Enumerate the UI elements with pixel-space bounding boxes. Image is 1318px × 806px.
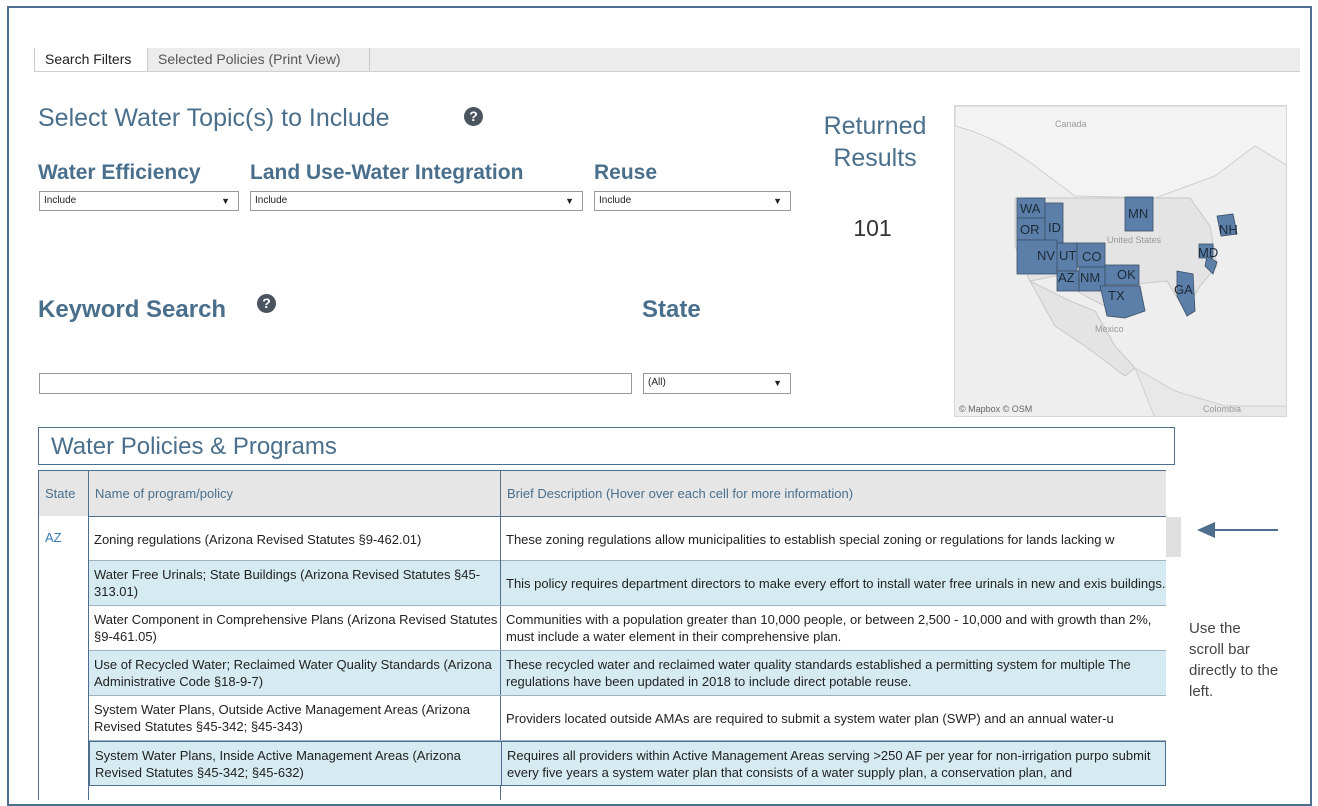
map-state-label: NM [1080,270,1100,285]
policy-desc-text: Communities with a population greater th… [506,612,1152,644]
policies-table: State Name of program/policy Brief Descr… [38,470,1166,800]
state-dropdown[interactable]: (All) ▼ [643,373,791,394]
policy-desc[interactable]: Requires all providers within Active Man… [502,742,1166,786]
map-state-label: WA [1020,201,1041,216]
table-row[interactable]: Water Component in Comprehensive Plans (… [89,606,1166,651]
policy-desc-text: These zoning regulations allow municipal… [506,531,1115,547]
policy-name: System Water Plans, Outside Active Manag… [89,696,501,740]
dropdown-arrow-icon: ▼ [565,196,574,206]
map-state-label: ID [1048,220,1061,235]
map-state-label: AZ [1058,270,1075,285]
keyword-search-label: Keyword Search [38,296,227,323]
land-use-dropdown[interactable]: Include ▼ [250,191,583,211]
land-use-label: Land Use-Water Integration [250,161,524,184]
topic-section-title: Select Water Topic(s) to Include [38,104,390,132]
returned-results-label: Returned Results [810,110,940,174]
table-title: Water Policies & Programs [51,433,337,460]
policy-desc[interactable]: This policy requires department director… [501,561,1166,605]
policy-name: Use of Recycled Water; Reclaimed Water Q… [89,651,501,695]
map-country-label: Colombia [1203,404,1241,414]
map-state-label: OR [1020,222,1040,237]
arrow-left-line [1200,529,1278,531]
map-state-label: CO [1082,249,1102,264]
map-state-label: MD [1198,245,1218,260]
dropdown-arrow-icon: ▼ [773,378,782,388]
map-canvas: WA OR ID NV UT CO AZ NM OK TX MN GA NH M… [955,106,1286,416]
help-question-icon[interactable]: ? [257,294,276,313]
header-name: Name of program/policy [89,470,501,516]
policy-desc[interactable]: Communities with a population greater th… [501,606,1166,650]
header-desc: Brief Description (Hover over each cell … [501,470,1166,516]
water-efficiency-dropdown[interactable]: Include ▼ [39,191,239,211]
scroll-note: Use the scroll bar directly to the left. [1189,620,1279,700]
map-state-label: MN [1128,206,1148,221]
state-column: AZ [38,516,89,800]
map-country-label: Canada [1055,119,1087,129]
policy-desc-text: These recycled water and reclaimed water… [506,657,1131,689]
map-state-label: NH [1219,222,1238,237]
state-label: State [642,296,701,323]
map-country-label: Mexico [1095,324,1124,334]
dropdown-arrow-icon: ▼ [773,196,782,206]
help-question-icon[interactable]: ? [464,107,483,126]
table-row[interactable]: Water Free Urinals; State Buildings (Ari… [89,561,1166,606]
state-value: (All) [648,377,666,388]
map-state-label: TX [1108,288,1125,303]
table-row[interactable]: Use of Recycled Water; Reclaimed Water Q… [89,651,1166,696]
reuse-value: Include [599,195,632,206]
map-state-label: GA [1174,282,1193,297]
dropdown-arrow-icon: ▼ [221,196,230,206]
keyword-search-input[interactable] [39,373,632,394]
policy-desc-text: This policy requires department director… [506,575,1166,591]
policy-name: System Water Plans, Inside Active Manage… [90,742,502,786]
state-map[interactable]: WA OR ID NV UT CO AZ NM OK TX MN GA NH M… [954,105,1287,417]
tab-search-filters[interactable]: Search Filters [34,48,148,71]
policy-desc[interactable]: These recycled water and reclaimed water… [501,651,1166,695]
policy-name [89,786,501,800]
header-state: State [38,470,89,516]
table-row[interactable]: System Water Plans, Outside Active Manag… [89,696,1166,741]
policy-name: Zoning regulations (Arizona Revised Stat… [89,517,501,561]
state-cell[interactable]: AZ [45,530,62,545]
map-state-label: NV [1037,248,1055,263]
tab-bar: Search Filters Selected Policies (Print … [34,48,1300,72]
results-count: 101 [853,215,892,241]
returned-label-line1: Returned [823,112,927,140]
policy-desc-text: Providers located outside AMAs are requi… [506,710,1114,726]
returned-label-line2: Results [833,144,917,172]
table-row[interactable] [89,786,1166,800]
water-efficiency-label: Water Efficiency [38,161,201,184]
reuse-label: Reuse [594,161,658,184]
policy-desc[interactable]: These zoning regulations allow municipal… [501,517,1166,561]
map-attribution: © Mapbox © OSM [959,404,1032,414]
policy-desc-text: Requires all providers within Active Man… [507,748,1151,780]
tab-selected-policies[interactable]: Selected Policies (Print View) [148,48,370,71]
reuse-dropdown[interactable]: Include ▼ [594,191,791,211]
table-row[interactable]: Zoning regulations (Arizona Revised Stat… [89,516,1166,561]
land-use-value: Include [255,195,288,206]
table-row[interactable]: System Water Plans, Inside Active Manage… [89,741,1166,786]
map-state-label: UT [1059,248,1076,263]
table-scrollbar[interactable] [1166,517,1181,557]
policy-name: Water Component in Comprehensive Plans (… [89,606,501,650]
policy-desc[interactable]: Providers located outside AMAs are requi… [501,696,1166,740]
map-country-label: United States [1107,235,1162,245]
table-title-box: Water Policies & Programs [38,427,1175,465]
map-state-label: OK [1117,267,1136,282]
water-efficiency-value: Include [44,195,77,206]
policy-name: Water Free Urinals; State Buildings (Ari… [89,561,501,605]
policy-desc[interactable] [501,786,1166,800]
